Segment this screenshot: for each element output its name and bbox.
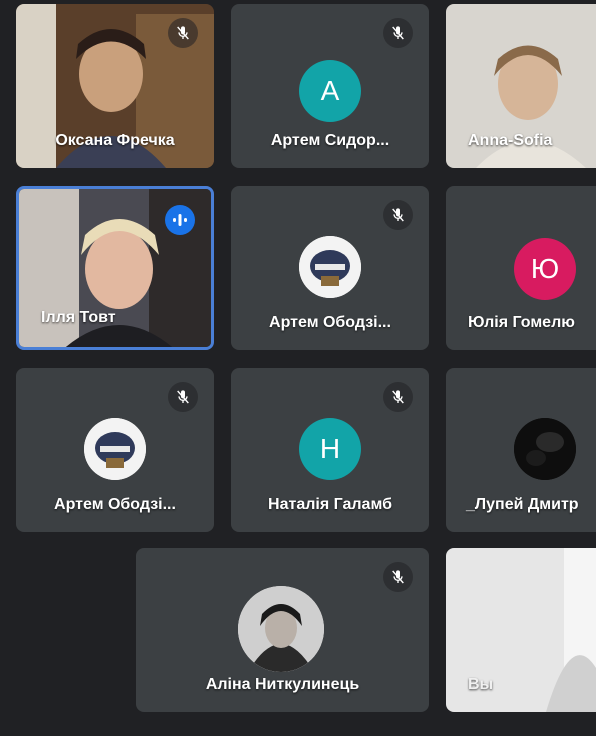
microphone-off-icon xyxy=(168,18,198,48)
participant-tile[interactable]: Ілля Товт xyxy=(16,186,214,350)
participant-tile[interactable]: А Артем Сидор... xyxy=(231,4,429,168)
participant-avatar xyxy=(514,418,576,480)
participant-tile[interactable]: Оксана Фречка xyxy=(16,4,214,168)
participant-tile[interactable]: Артем Ободзі... xyxy=(16,368,214,532)
participant-avatar: А xyxy=(299,60,361,122)
microphone-off-icon xyxy=(168,382,198,412)
participant-tile[interactable]: Аліна Ниткулинець xyxy=(136,548,429,712)
participant-name: _Лупей Дмитр xyxy=(466,496,579,513)
participant-avatar xyxy=(299,236,361,298)
participant-tile[interactable]: Артем Ободзі... xyxy=(231,186,429,350)
microphone-off-icon xyxy=(383,200,413,230)
participant-avatar xyxy=(238,586,324,672)
participant-name: Артем Ободзі... xyxy=(54,496,176,513)
participant-avatar: Н xyxy=(299,418,361,480)
participant-tile[interactable]: Н Наталія Галамб xyxy=(231,368,429,532)
participant-avatar xyxy=(84,418,146,480)
participant-tile[interactable]: Anna-Sofia xyxy=(446,4,596,168)
participant-name: Юлія Гомелю xyxy=(468,314,575,331)
participant-name: Оксана Фречка xyxy=(55,132,175,149)
participant-name: Артем Сидор... xyxy=(270,132,390,149)
participant-name: Аліна Ниткулинець xyxy=(205,676,360,693)
participant-name: Наталія Галамб xyxy=(268,496,392,513)
microphone-off-icon xyxy=(383,18,413,48)
participant-tile[interactable]: Вы xyxy=(446,548,596,712)
participant-name: Артем Ободзі... xyxy=(269,314,391,331)
microphone-off-icon xyxy=(383,562,413,592)
meeting-grid: Оксана Фречка А Артем Сидор... Anna-Sofi… xyxy=(0,0,596,736)
participant-name: Вы xyxy=(468,676,494,693)
microphone-off-icon xyxy=(383,382,413,412)
participant-tile[interactable]: Ю Юлія Гомелю xyxy=(446,186,596,350)
participant-avatar: Ю xyxy=(514,238,576,300)
speaking-indicator-icon xyxy=(165,205,195,235)
participant-name: Ілля Товт xyxy=(41,309,116,326)
participant-name: Anna-Sofia xyxy=(468,132,553,149)
participant-tile[interactable]: _Лупей Дмитр xyxy=(446,368,596,532)
